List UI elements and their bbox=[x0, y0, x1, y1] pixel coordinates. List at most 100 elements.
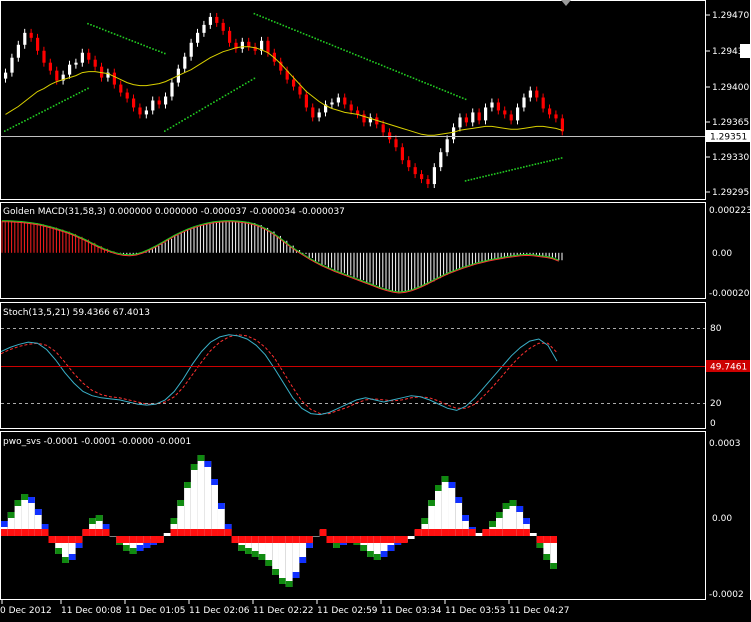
pwo-base bbox=[502, 529, 510, 536]
pwo-axis: 0.0003 0.00 -0.0002 bbox=[709, 439, 744, 600]
chart-canvas[interactable]: 1.29351 1.29470 1.29435 1.29400 1.29365 … bbox=[0, 0, 751, 622]
time-tick-label: 11 Dec 01:05 bbox=[125, 606, 186, 616]
pwo-base bbox=[360, 536, 368, 543]
sar-dot bbox=[534, 163, 537, 165]
sar-dot bbox=[297, 30, 299, 33]
candle-body bbox=[311, 107, 315, 118]
pwo-base bbox=[496, 529, 503, 536]
pwo-edge bbox=[509, 500, 517, 506]
candle-body bbox=[503, 110, 507, 115]
sar-dot bbox=[346, 50, 348, 53]
sar-dot bbox=[488, 174, 490, 177]
pwo-edge bbox=[421, 518, 429, 524]
pwo-bar bbox=[163, 533, 171, 536]
sar-dot bbox=[47, 108, 49, 110]
sar-dot bbox=[337, 46, 340, 49]
sar-dot bbox=[555, 158, 557, 161]
candle-body bbox=[426, 179, 430, 185]
pwo-base bbox=[218, 529, 225, 536]
macd-axis: 0.000223 0.00 -0.00020 bbox=[709, 206, 751, 299]
sar-dot bbox=[288, 27, 290, 29]
current-price-label: 1.29351 bbox=[710, 133, 747, 143]
sar-dot bbox=[305, 34, 308, 36]
sar-dot bbox=[282, 24, 285, 27]
candle-body bbox=[4, 72, 8, 79]
pwo-base bbox=[435, 529, 442, 536]
candle-body bbox=[240, 41, 244, 49]
sar-dot bbox=[107, 30, 110, 33]
pwo-base bbox=[102, 529, 110, 536]
sar-dot bbox=[164, 52, 166, 55]
candle-body bbox=[247, 41, 251, 47]
macd-tick-label: 0.000223 bbox=[709, 206, 751, 216]
pwo-edge bbox=[197, 455, 205, 461]
sar-dot bbox=[210, 103, 212, 105]
time-tick-label: 11 Dec 04:27 bbox=[509, 606, 570, 616]
stoch-tick-label: 20 bbox=[710, 399, 722, 409]
pwo-edge bbox=[299, 557, 307, 563]
sar-dot bbox=[395, 70, 397, 72]
pwo-edge bbox=[55, 548, 62, 554]
pwo-edge bbox=[428, 500, 435, 506]
pwo-edge bbox=[550, 563, 557, 569]
macd-tick-label: -0.00020 bbox=[709, 289, 750, 299]
candle-body bbox=[87, 52, 91, 60]
candle-body bbox=[292, 79, 296, 87]
candle-body bbox=[170, 82, 174, 97]
candle-body bbox=[381, 124, 385, 133]
pwo-base bbox=[129, 536, 137, 543]
sar-dot bbox=[75, 93, 78, 96]
pwo-edge bbox=[455, 497, 463, 503]
sar-dot bbox=[401, 72, 403, 75]
pwo-base bbox=[224, 529, 232, 536]
pwo-base bbox=[326, 536, 334, 543]
sar-dot bbox=[38, 112, 40, 115]
sar-dot bbox=[461, 97, 464, 99]
sar-dot bbox=[421, 80, 423, 83]
pwo-pane-frame bbox=[0, 431, 706, 600]
sar-dot bbox=[122, 36, 125, 39]
candle-body bbox=[151, 100, 155, 111]
sar-dot bbox=[383, 65, 386, 68]
pwo-base bbox=[258, 536, 266, 543]
candle-body bbox=[452, 127, 456, 140]
sar-dot bbox=[128, 39, 131, 41]
pwo-base bbox=[394, 536, 402, 543]
sar-dot bbox=[216, 99, 218, 102]
candle-body bbox=[228, 30, 232, 43]
pwo-bar bbox=[407, 536, 415, 539]
sar-dot bbox=[125, 37, 128, 40]
sar-dot bbox=[528, 164, 531, 167]
macd-pane-title: Golden MACD(31,58,3) 0.000000 0.000000 -… bbox=[3, 207, 345, 217]
pwo-base bbox=[353, 536, 361, 543]
sar-dot bbox=[44, 109, 46, 112]
pwo-base bbox=[489, 529, 496, 536]
pwo-edge bbox=[373, 554, 381, 560]
trading-chart-window[interactable]: 1.29351 1.29470 1.29435 1.29400 1.29365 … bbox=[0, 0, 751, 622]
sar-dot bbox=[453, 93, 455, 96]
price-tick-label: 1.29400 bbox=[712, 83, 749, 93]
sar-dot bbox=[140, 43, 142, 46]
pwo-base bbox=[21, 529, 29, 536]
sar-dot bbox=[253, 77, 256, 80]
candle-body bbox=[560, 118, 564, 132]
pwo-base bbox=[184, 529, 191, 536]
sar-dot bbox=[334, 45, 337, 48]
candle-body bbox=[336, 97, 340, 103]
sar-dot bbox=[192, 113, 195, 115]
sar-dot bbox=[273, 21, 276, 23]
sar-dot bbox=[72, 94, 75, 97]
sar-dot bbox=[366, 58, 368, 61]
chart-shift-marker-icon[interactable] bbox=[561, 0, 571, 6]
pwo-base bbox=[82, 529, 90, 536]
candle-body bbox=[29, 32, 33, 38]
sar-dot bbox=[441, 89, 444, 91]
pwo-base bbox=[48, 536, 56, 543]
sar-dot bbox=[221, 96, 224, 98]
pwo-edge bbox=[441, 476, 449, 482]
sar-dot bbox=[404, 73, 406, 76]
pwo-edge bbox=[218, 503, 225, 509]
pwo-bar bbox=[441, 476, 449, 536]
pwo-base bbox=[89, 529, 96, 536]
pwo-base bbox=[231, 536, 239, 543]
